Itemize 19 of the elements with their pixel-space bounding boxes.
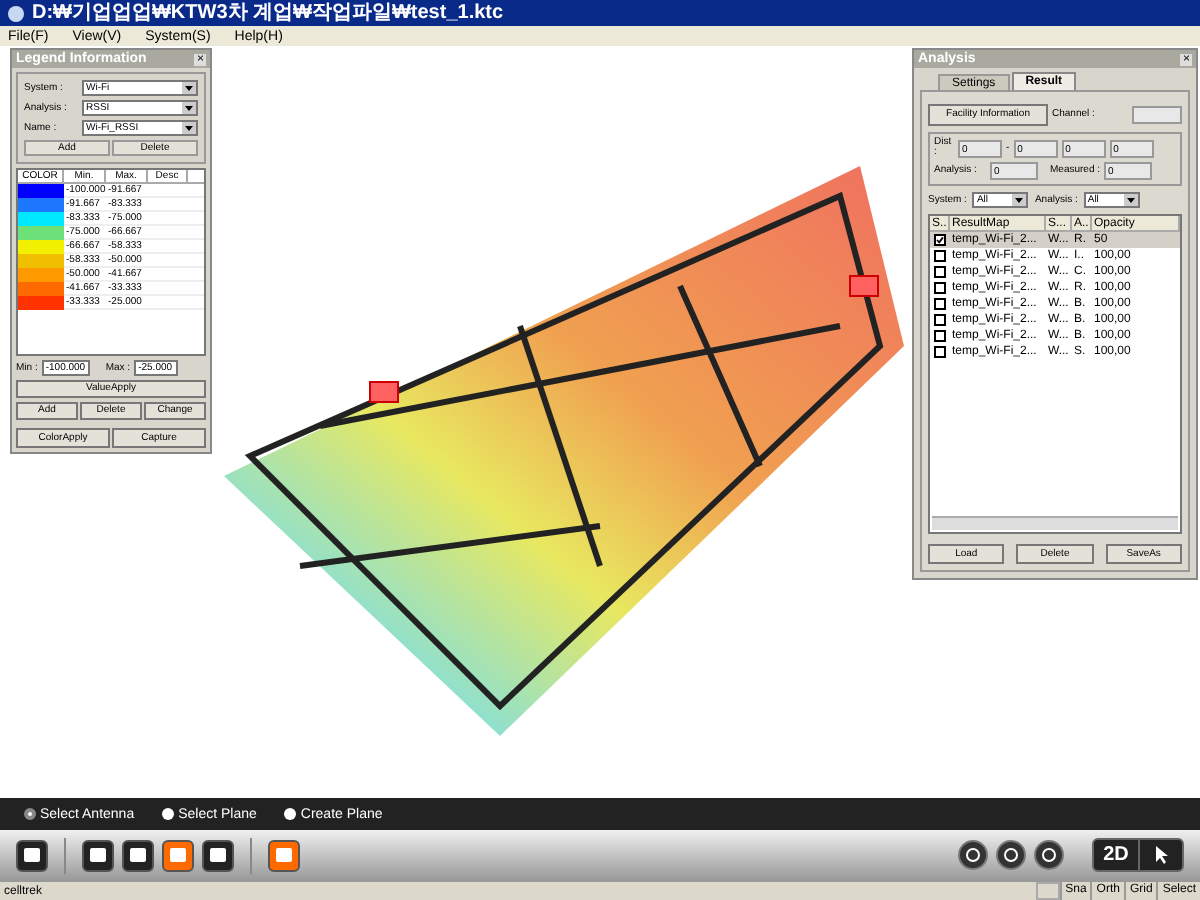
status-pane	[1035, 882, 1060, 900]
checkbox[interactable]	[934, 282, 946, 294]
checkbox[interactable]	[934, 346, 946, 358]
horizontal-scrollbar[interactable]	[932, 516, 1178, 530]
input-field[interactable]	[1132, 106, 1182, 124]
checkbox[interactable]	[934, 266, 946, 278]
caret-icon	[182, 82, 196, 94]
checkbox[interactable]	[934, 314, 946, 326]
caret-icon	[1012, 194, 1027, 206]
checkbox[interactable]	[934, 250, 946, 262]
checkbox[interactable]	[934, 234, 946, 246]
checkbox[interactable]	[934, 330, 946, 342]
caret-icon	[1123, 194, 1138, 206]
app-icon	[8, 5, 24, 21]
checkbox[interactable]	[934, 298, 946, 310]
window-title: D:₩기업업업₩KTW3차 계업₩작업파일₩test_1.ktc	[32, 3, 504, 23]
caret-icon	[182, 122, 196, 134]
cursor-icon	[1153, 846, 1169, 864]
caret-icon	[182, 102, 196, 114]
